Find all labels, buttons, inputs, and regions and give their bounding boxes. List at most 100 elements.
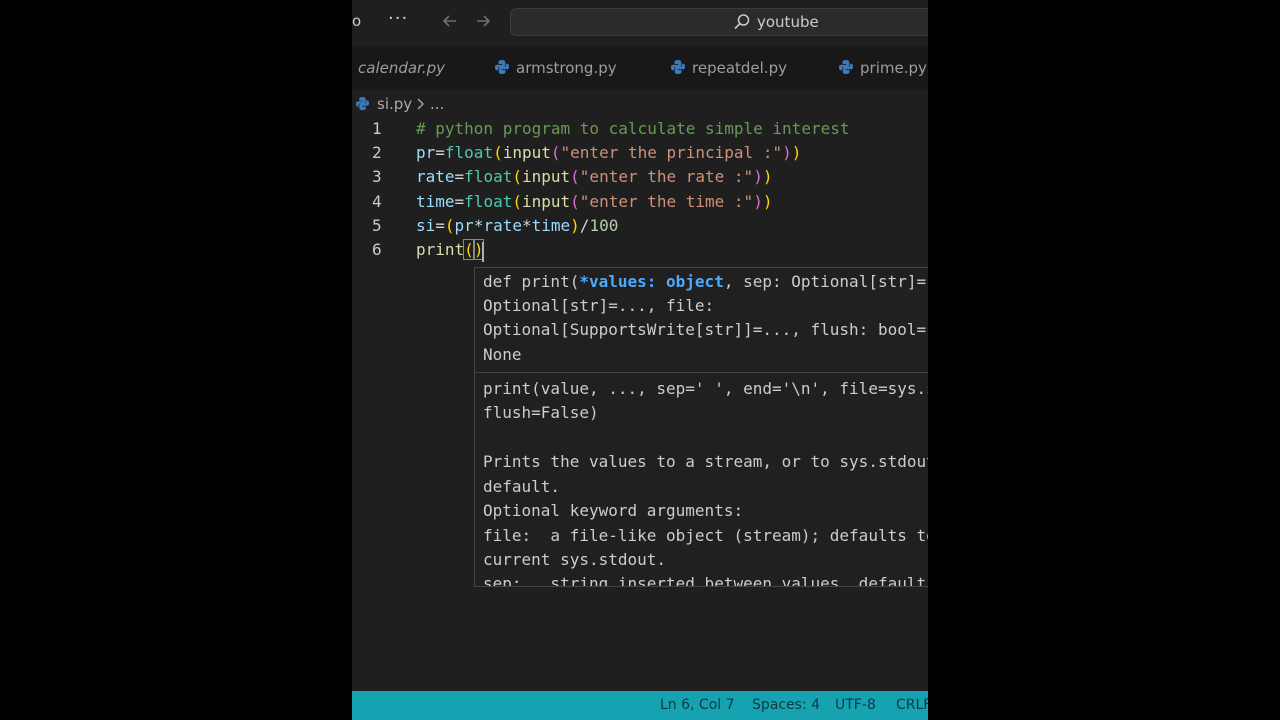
hover-tooltip: def print(*values: object, sep: Optional…	[474, 267, 928, 587]
code-text: time=float(input("enter the time :"))	[416, 192, 772, 211]
code-token: =	[454, 167, 465, 186]
code-text: rate=float(input("enter the rate :"))	[416, 167, 772, 186]
text-cursor	[482, 242, 484, 262]
signature-line: None	[483, 345, 522, 364]
python-file-icon	[839, 60, 853, 74]
code-token: )	[791, 143, 802, 162]
code-token: "enter the time :"	[579, 192, 754, 211]
code-token: pr	[454, 216, 474, 235]
tab-prime-py[interactable]: prime.py	[822, 46, 928, 90]
code-text: si=(pr*rate*time)/100	[416, 216, 618, 235]
code-editor[interactable]: 1 # python program to calculate simple in…	[352, 118, 928, 691]
hover-divider	[475, 372, 928, 373]
python-file-icon	[355, 96, 370, 111]
code-token: (	[550, 143, 561, 162]
code-line[interactable]: 2 pr=float(input("enter the principal :")…	[352, 143, 928, 167]
code-token: (	[512, 167, 522, 186]
signature-line: Optional[SupportsWrite[str]]=..., flush:…	[483, 320, 928, 339]
code-token: time	[531, 216, 571, 235]
code-line[interactable]: 6 print()	[352, 239, 928, 264]
code-token: rate	[483, 216, 522, 235]
code-text: print()	[416, 239, 485, 260]
tab-armstrong-py[interactable]: armstrong.py	[482, 46, 652, 90]
code-token: )	[753, 192, 763, 211]
tab-repeatdel-py[interactable]: repeatdel.py	[652, 46, 822, 90]
line-number: 4	[372, 192, 382, 211]
code-text: # python program to calculate simple int…	[416, 119, 849, 138]
signature-rest: , sep: Optional[str]=...,	[723, 272, 928, 291]
code-token: rate	[416, 167, 455, 186]
code-token: pr	[416, 143, 436, 162]
status-bar: Ln 6, Col 7 Spaces: 4 UTF-8 CRLF	[352, 691, 928, 720]
doc-line: Prints the values to a stream, or to sys…	[483, 452, 928, 471]
code-token: (	[570, 192, 580, 211]
breadcrumb: si.py ...	[352, 90, 928, 118]
code-token: )	[753, 167, 763, 186]
tab-label: calendar.py	[358, 59, 446, 77]
line-number: 5	[372, 216, 382, 235]
code-token: "enter the rate :"	[579, 167, 754, 186]
code-token: 100	[589, 216, 619, 235]
command-center-search[interactable]: youtube	[510, 8, 928, 36]
forward-arrow-icon[interactable]	[473, 11, 493, 31]
active-parameter: *values: object	[579, 272, 724, 291]
doc-line: default.	[483, 477, 561, 496]
title-bar: o ··· youtube	[352, 0, 928, 46]
signature-line: def print(*values: object, sep: Optional…	[483, 272, 928, 291]
code-token: )	[782, 143, 792, 162]
code-line[interactable]: 1 # python program to calculate simple in…	[352, 119, 928, 143]
code-token: *	[473, 216, 484, 235]
code-token: )	[762, 192, 773, 211]
back-arrow-icon[interactable]	[440, 11, 460, 31]
doc-line: current sys.stdout.	[483, 550, 667, 569]
signature-line: Optional[str]=..., file:	[483, 296, 715, 315]
breadcrumb-file[interactable]: si.py	[377, 95, 412, 113]
code-token: /	[579, 216, 590, 235]
code-text: pr=float(input("enter the principal :"))	[416, 143, 801, 162]
code-token: time	[416, 192, 455, 211]
more-menu-button[interactable]: ···	[388, 8, 408, 29]
code-token: )	[762, 167, 773, 186]
code-token: # python program to calculate simple int…	[416, 119, 850, 138]
line-number: 2	[372, 143, 382, 162]
search-icon	[734, 14, 750, 30]
code-token: (	[463, 239, 475, 260]
hover-signature: def print(*values: object, sep: Optional…	[475, 268, 928, 372]
end-of-line[interactable]: CRLF	[896, 697, 928, 713]
python-file-icon	[671, 60, 685, 74]
tab-calendar-py[interactable]: calendar.py	[352, 46, 482, 90]
code-token: float	[464, 192, 513, 211]
code-token: (	[444, 216, 455, 235]
vscode-window: o ··· youtube calendar.py armstrong.py r…	[352, 0, 928, 720]
line-number: 3	[372, 167, 382, 186]
doc-line: file: a file-like object (stream); defau…	[483, 526, 928, 545]
python-file-icon	[495, 60, 509, 74]
tab-label: armstrong.py	[516, 59, 617, 77]
doc-line: print(value, ..., sep=' ', end='\n', fil…	[483, 379, 928, 398]
code-line[interactable]: 3 rate=float(input("enter the rate :"))	[352, 167, 928, 191]
code-token: si	[416, 216, 436, 235]
code-token: float	[444, 143, 494, 162]
cursor-position[interactable]: Ln 6, Col 7	[660, 697, 735, 713]
code-line[interactable]: 4 time=float(input("enter the time :"))	[352, 192, 928, 216]
code-line[interactable]: 5 si=(pr*rate*time)/100	[352, 216, 928, 240]
breadcrumb-more[interactable]: ...	[430, 95, 444, 113]
code-token: )	[570, 216, 580, 235]
code-token: *	[521, 216, 532, 235]
indentation-setting[interactable]: Spaces: 4	[752, 697, 820, 713]
code-token: "enter the principal :"	[560, 143, 783, 162]
code-token: float	[464, 167, 513, 186]
doc-line: Optional keyword arguments:	[483, 501, 744, 520]
menu-fragment[interactable]: o	[352, 12, 361, 30]
code-token: =	[454, 192, 465, 211]
doc-line: sep: string inserted between values, def…	[483, 574, 927, 587]
code-token: input	[521, 192, 571, 211]
code-token: input	[502, 143, 551, 162]
code-token: =	[435, 216, 445, 235]
code-token: =	[435, 143, 445, 162]
code-token: (	[493, 143, 503, 162]
code-token: (	[512, 192, 522, 211]
chevron-right-icon	[417, 98, 424, 110]
line-number: 1	[372, 119, 382, 138]
file-encoding[interactable]: UTF-8	[835, 697, 876, 713]
